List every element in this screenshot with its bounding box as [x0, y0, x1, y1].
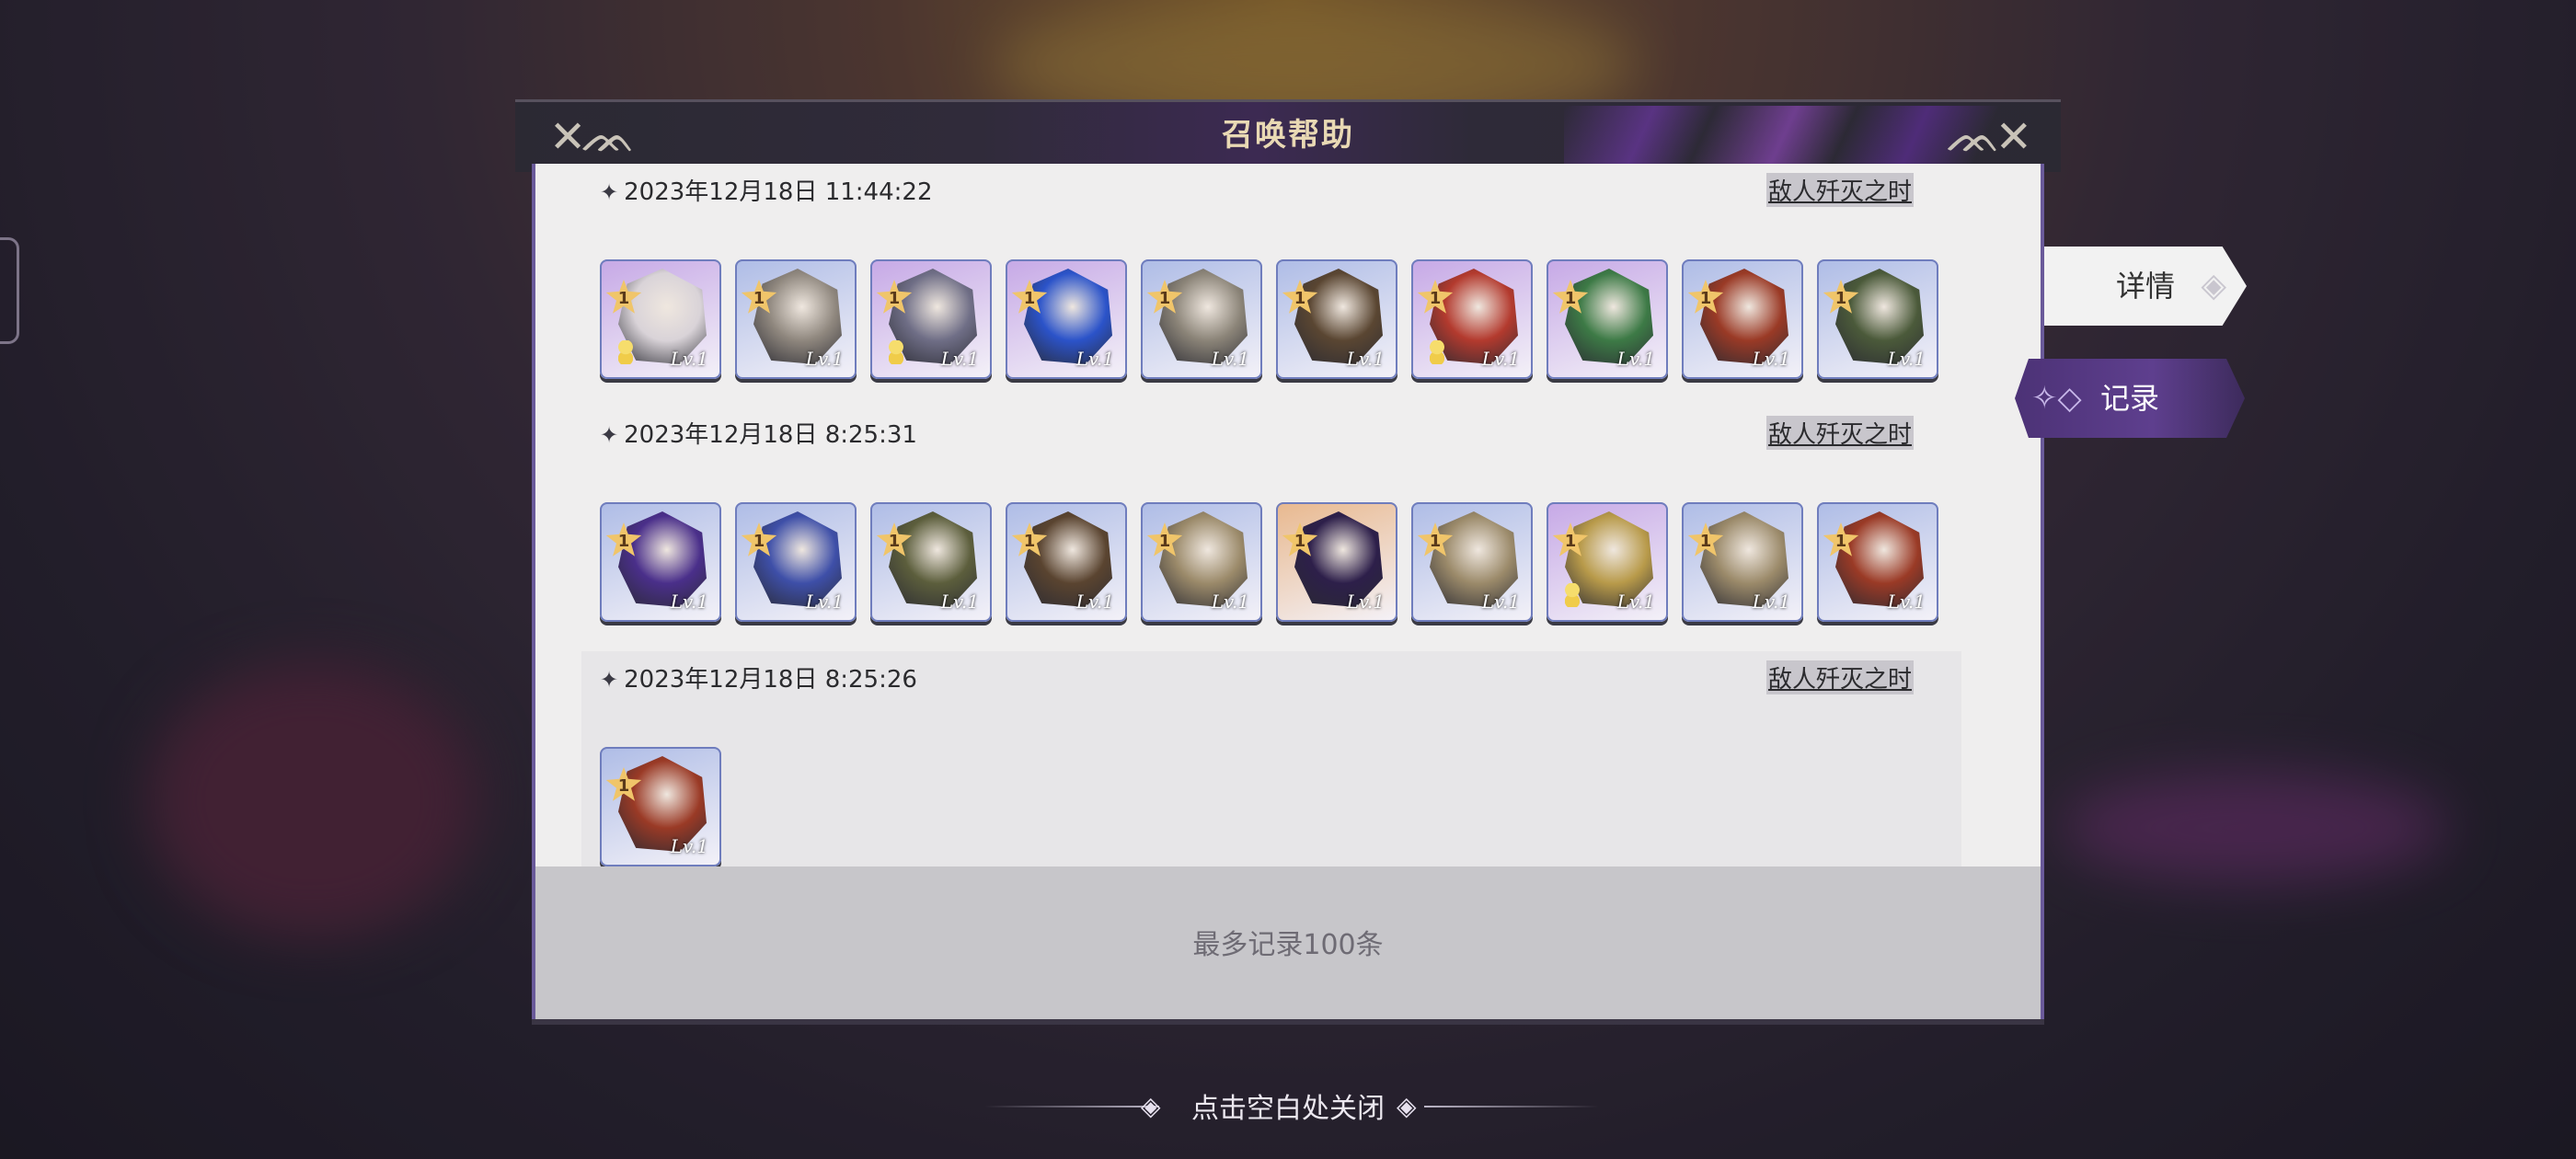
dialog-header: ✕ᨏ ᨏ✕ 召唤帮助: [515, 99, 2061, 172]
character-card[interactable]: 1 Lv.1: [1276, 502, 1397, 622]
record-datetime: 2023年12月18日 8:25:26: [624, 666, 917, 694]
record-date: ✦ 2023年12月18日 8:25:31: [600, 416, 917, 450]
coin-icon: [1565, 583, 1580, 607]
dialog-title: 召唤帮助: [1222, 117, 1354, 154]
level-label: Lv.1: [1616, 348, 1655, 370]
character-card[interactable]: 1 Lv.1: [1141, 259, 1262, 379]
level-label: Lv.1: [1481, 591, 1520, 613]
record-limit-note: 最多记录100条: [1192, 929, 1384, 961]
diamond-icon: ◈: [2201, 267, 2226, 304]
sparkle-icon: ✦: [600, 179, 619, 205]
diamond-icon: ✧◇: [2031, 380, 2082, 417]
level-label: Lv.1: [1887, 348, 1926, 370]
card-list: 1 Lv.1 1 Lv.1 1 Lv.1 1 Lv.1 1 Lv.1 1 Lv.1 1 Lv.1 1 Lv.1…: [600, 259, 1938, 379]
record-date: ✦ 2023年12月18日 11:44:22: [600, 173, 932, 207]
coin-icon: [618, 340, 633, 364]
level-label: Lv.1: [1346, 348, 1385, 370]
diamond-icon: ◈: [1397, 1091, 1417, 1121]
level-label: Lv.1: [1211, 348, 1249, 370]
character-card[interactable]: 1 Lv.1: [1682, 502, 1803, 622]
character-card[interactable]: 1 Lv.1: [735, 259, 857, 379]
record-result: 敌人歼灭之时: [1765, 416, 1914, 450]
close-hint[interactable]: 点击空白处关闭: [0, 1085, 2576, 1126]
character-card[interactable]: 1 Lv.1: [870, 259, 992, 379]
character-card[interactable]: 1 Lv.1: [1817, 502, 1938, 622]
sparkle-icon: ✦: [600, 667, 619, 693]
record-result: 敌人歼灭之时: [1765, 660, 1914, 694]
dialog-footer: 最多记录100条: [535, 866, 2041, 1019]
record-row: ✦ 2023年12月18日 8:25:26 敌人歼灭之时 1 Lv.1: [581, 651, 1961, 866]
character-card[interactable]: 1 Lv.1: [1411, 502, 1533, 622]
card-list: 1 Lv.1 1 Lv.1 1 Lv.1 1 Lv.1 1 Lv.1 1 Lv.1 1 Lv.1 1 Lv.1…: [600, 502, 1938, 622]
character-card[interactable]: 1 Lv.1: [1411, 259, 1533, 379]
level-label: Lv.1: [670, 348, 708, 370]
record-row: ✦ 2023年12月18日 11:44:22 敌人歼灭之时 1 Lv.1 1 Lv.1 1…: [581, 164, 1961, 403]
sparkle-icon: ✦: [600, 422, 619, 448]
character-card[interactable]: 1 Lv.1: [1006, 502, 1127, 622]
record-row: ✦ 2023年12月18日 8:25:31 敌人歼灭之时 1 Lv.1 1 Lv.1 1 L…: [581, 407, 1961, 648]
level-label: Lv.1: [940, 348, 979, 370]
level-label: Lv.1: [1752, 348, 1790, 370]
record-result: 敌人歼灭之时: [1765, 173, 1914, 207]
tab-records[interactable]: ✧◇ 记录: [2015, 359, 2245, 438]
character-card[interactable]: 1 Lv.1: [1817, 259, 1938, 379]
tab-details[interactable]: 详情 ◈: [2044, 247, 2247, 326]
level-label: Lv.1: [1075, 591, 1114, 613]
dialog-bottom-border: [532, 1019, 2044, 1025]
level-label: Lv.1: [940, 591, 979, 613]
character-card[interactable]: 1 Lv.1: [1547, 502, 1668, 622]
level-label: Lv.1: [670, 591, 708, 613]
record-date: ✦ 2023年12月18日 8:25:26: [600, 660, 917, 694]
record-datetime: 2023年12月18日 11:44:22: [624, 178, 933, 206]
record-datetime: 2023年12月18日 8:25:31: [624, 421, 917, 449]
level-label: Lv.1: [670, 835, 708, 857]
tab-label: 记录: [2099, 381, 2159, 416]
character-card[interactable]: 1 Lv.1: [1682, 259, 1803, 379]
divider-line: [1424, 1106, 1599, 1107]
level-label: Lv.1: [1481, 348, 1520, 370]
character-card[interactable]: 1 Lv.1: [1141, 502, 1262, 622]
character-card[interactable]: 1 Lv.1: [870, 502, 992, 622]
level-label: Lv.1: [805, 591, 844, 613]
character-card[interactable]: 1 Lv.1: [1547, 259, 1668, 379]
level-label: Lv.1: [1887, 591, 1926, 613]
character-card[interactable]: 1 Lv.1: [600, 259, 721, 379]
level-label: Lv.1: [1211, 591, 1249, 613]
level-label: Lv.1: [805, 348, 844, 370]
character-card[interactable]: 1 Lv.1: [600, 747, 721, 866]
tab-label: 详情: [2115, 269, 2175, 304]
level-label: Lv.1: [1752, 591, 1790, 613]
character-card[interactable]: 1 Lv.1: [1006, 259, 1127, 379]
level-label: Lv.1: [1346, 591, 1385, 613]
level-label: Lv.1: [1075, 348, 1114, 370]
dialog-body: ✦ 2023年12月18日 11:44:22 敌人歼灭之时 1 Lv.1 1 Lv.1 1…: [532, 164, 2044, 1019]
character-card[interactable]: 1 Lv.1: [1276, 259, 1397, 379]
coin-icon: [889, 340, 903, 364]
character-card[interactable]: 1 Lv.1: [600, 502, 721, 622]
coin-icon: [1430, 340, 1444, 364]
left-edge-handle: [0, 237, 19, 344]
character-card[interactable]: 1 Lv.1: [735, 502, 857, 622]
card-list: 1 Lv.1: [600, 747, 721, 866]
level-label: Lv.1: [1616, 591, 1655, 613]
